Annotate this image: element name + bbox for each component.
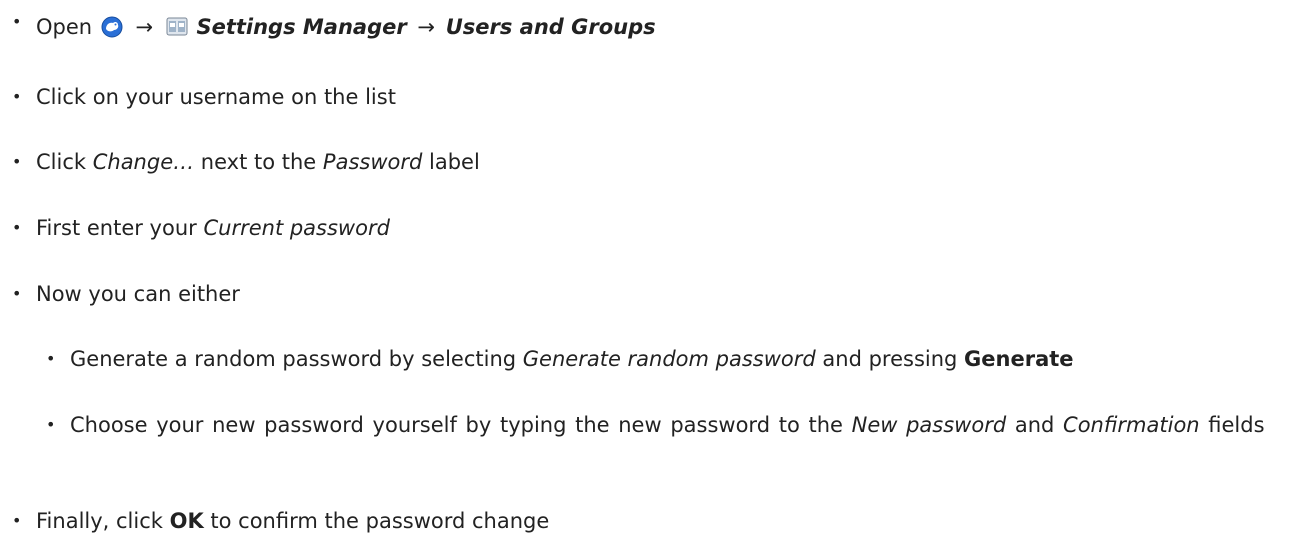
step-text: Now you can either [36, 282, 240, 306]
xfce-menu-icon [101, 16, 123, 38]
generate-random-password-label: Generate random password [522, 347, 816, 371]
bullet: • [12, 218, 22, 237]
sub-item-choose-own: • Choose your new password yourself by t… [0, 410, 1300, 474]
step-text: Finally, click OK to confirm the passwor… [36, 506, 1300, 536]
bullet: • [46, 415, 56, 434]
text-fragment: First enter your [36, 216, 204, 240]
new-password-label: New password [851, 413, 1007, 437]
bullet: • [12, 12, 22, 31]
text-fragment: Finally, click [36, 509, 170, 533]
settings-manager-icon [166, 16, 188, 38]
arrow-separator: → [417, 15, 436, 39]
text-fragment: label [422, 150, 480, 174]
current-password-label: Current password [203, 216, 390, 240]
text-fragment: fields [1199, 413, 1265, 437]
text-fragment: Generate a random password by selecting [70, 347, 523, 371]
step-text: Generate a random password by selecting … [70, 344, 1300, 374]
settings-manager-link: Settings Manager [196, 15, 407, 39]
step-text: First enter your Current password [36, 213, 1300, 243]
password-label: Password [322, 150, 423, 174]
generate-button-label: Generate [964, 347, 1074, 371]
bullet: • [46, 349, 56, 368]
text-fragment: Choose your new password yourself by typ… [70, 413, 852, 437]
step-text: Click Change… next to the Password label [36, 147, 1300, 177]
confirmation-label: Confirmation [1063, 413, 1200, 437]
change-label: Change… [92, 150, 195, 174]
step-text: Choose your new password yourself by typ… [70, 410, 1295, 440]
bullet: • [12, 284, 22, 303]
step-text: Click on your username on the list [36, 85, 396, 109]
bullet: • [12, 511, 22, 530]
text-fragment: to confirm the password change [203, 509, 550, 533]
arrow-separator: → [135, 15, 154, 39]
users-and-groups-link: Users and Groups [445, 15, 656, 39]
open-label: Open [36, 15, 93, 39]
bullet: • [12, 87, 22, 106]
ok-button-label: OK [169, 509, 204, 533]
step-text: Open → Settings Manager → Users and Grou… [36, 12, 1300, 42]
text-fragment: Click [36, 150, 93, 174]
text-fragment: next to the [194, 150, 323, 174]
text-fragment: and [1006, 413, 1064, 437]
bullet: • [12, 152, 22, 171]
text-fragment: and pressing [815, 347, 965, 371]
